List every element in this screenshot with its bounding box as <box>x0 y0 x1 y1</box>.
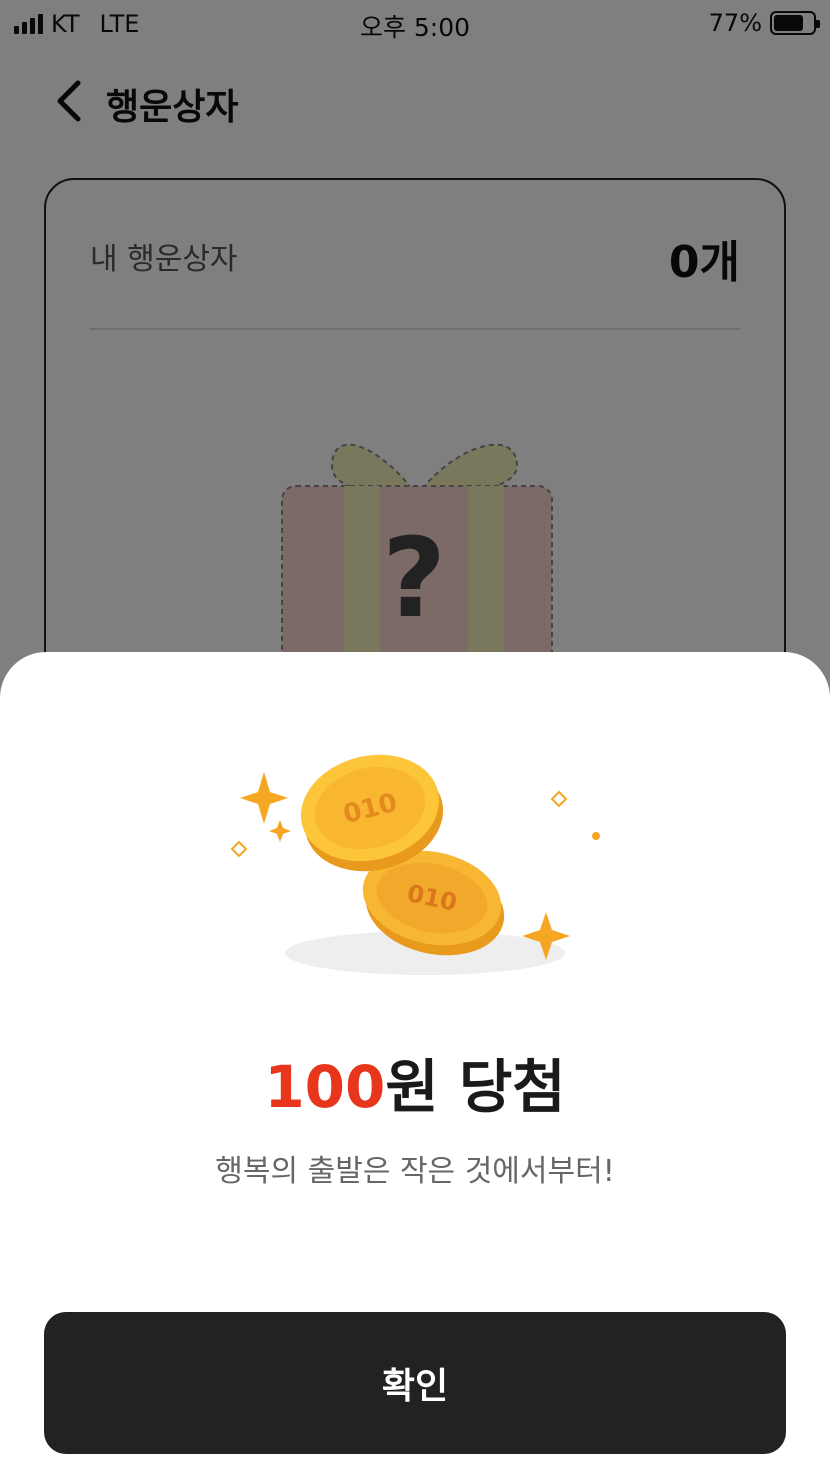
prize-title: 100원 당첨 <box>0 1040 830 1124</box>
prize-amount: 100 <box>264 1053 386 1121</box>
gold-coins-icon: 010 010 <box>230 754 600 975</box>
prize-suffix: 원 당첨 <box>385 1053 566 1121</box>
prize-subtitle: 행복의 출발은 작은 것에서부터! <box>215 1154 615 1189</box>
confirm-button[interactable]: 확인 <box>44 1312 786 1454</box>
prize-bottom-sheet: 010 010 100원 당첨 행복의 출발은 작은 것에서부터! 확인 <box>0 652 830 1476</box>
